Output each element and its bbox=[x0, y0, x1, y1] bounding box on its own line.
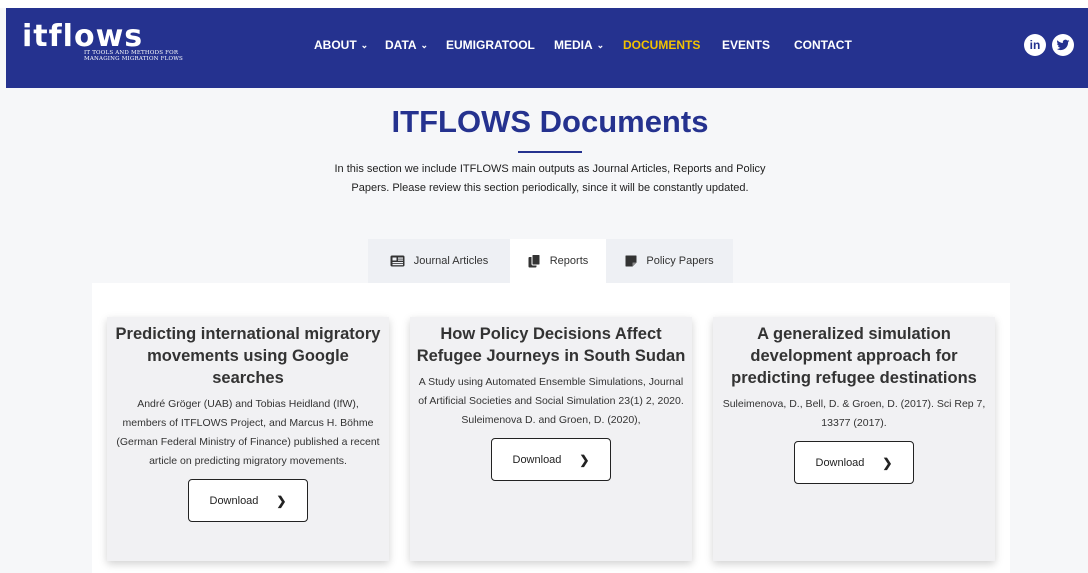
twitter-bird-glyph bbox=[1056, 39, 1070, 51]
tab-policy-papers[interactable]: Policy Papers bbox=[606, 239, 733, 283]
chevron-down-icon: ⌄ bbox=[360, 40, 369, 50]
site-header: itflows IT TOOLS AND METHODS FOR MANAGIN… bbox=[6, 8, 1088, 88]
download-button-label: Download bbox=[512, 453, 562, 466]
title-divider bbox=[518, 151, 582, 153]
newspaper-icon bbox=[390, 255, 405, 267]
chevron-down-icon: ⌄ bbox=[420, 40, 429, 50]
download-button[interactable]: Download ❯ bbox=[188, 479, 308, 522]
nav-item-documents[interactable]: DOCUMENTS bbox=[623, 38, 700, 52]
report-card: How Policy Decisions Affect Refugee Jour… bbox=[410, 317, 692, 561]
download-button-label: Download bbox=[815, 456, 865, 469]
chevron-right-icon: ❯ bbox=[579, 452, 590, 467]
card-description: André Gröger (UAB) and Tobias Heidland (… bbox=[116, 398, 380, 467]
download-button[interactable]: Download ❯ bbox=[794, 441, 914, 484]
report-card: A generalized simulation development app… bbox=[713, 317, 995, 561]
tab-label: Journal Articles bbox=[413, 255, 489, 267]
nav-item-media[interactable]: MEDIA ⌄ bbox=[554, 38, 604, 52]
logo-wordmark: itflows bbox=[22, 19, 144, 54]
linkedin-label: in bbox=[1029, 38, 1041, 52]
logo-tagline: IT TOOLS AND METHODS FOR MANAGING MIGRAT… bbox=[84, 50, 184, 62]
nav-item-events[interactable]: EVENTS bbox=[722, 38, 770, 52]
site-logo[interactable]: itflows IT TOOLS AND METHODS FOR MANAGIN… bbox=[22, 19, 194, 63]
chevron-down-icon: ⌄ bbox=[596, 40, 605, 50]
page-title: ITFLOWS Documents bbox=[391, 104, 709, 139]
copy-documents-icon bbox=[528, 254, 541, 268]
card-title: A generalized simulation development app… bbox=[731, 325, 977, 387]
card-description: A Study using Automated Ensemble Simulat… bbox=[418, 376, 684, 426]
nav-item-label: DOCUMENTS bbox=[623, 38, 701, 52]
sticky-note-icon bbox=[625, 255, 637, 267]
card-title: Predicting international migratory movem… bbox=[115, 325, 381, 387]
nav-item-label: DATA bbox=[385, 38, 417, 52]
nav-item-eumigratool[interactable]: EUMIGRATOOL bbox=[446, 38, 535, 52]
twitter-icon[interactable] bbox=[1052, 34, 1074, 56]
tab-journal-articles[interactable]: Journal Articles bbox=[368, 239, 510, 283]
linkedin-icon[interactable]: in bbox=[1024, 34, 1046, 56]
tab-label: Reports bbox=[549, 255, 589, 267]
nav-item-label: EVENTS bbox=[722, 38, 771, 52]
chevron-right-icon: ❯ bbox=[276, 493, 287, 508]
nav-item-data[interactable]: DATA ⌄ bbox=[385, 38, 428, 52]
tab-label: Policy Papers bbox=[646, 255, 714, 267]
page-intro: In this section we include ITFLOWS main … bbox=[334, 163, 766, 194]
nav-item-about[interactable]: ABOUT ⌄ bbox=[314, 38, 368, 52]
chevron-right-icon: ❯ bbox=[882, 455, 893, 470]
tab-reports[interactable]: Reports bbox=[510, 239, 606, 283]
card-description: Suleimenova, D., Bell, D. & Groen, D. (2… bbox=[722, 398, 986, 429]
download-button-label: Download bbox=[209, 494, 259, 507]
top-strip bbox=[0, 0, 1088, 8]
nav-item-label: CONTACT bbox=[794, 38, 852, 52]
card-title: How Policy Decisions Affect Refugee Jour… bbox=[416, 325, 686, 365]
nav-item-label: ABOUT bbox=[314, 38, 357, 52]
download-button[interactable]: Download ❯ bbox=[491, 438, 611, 481]
nav-item-label: EUMIGRATOOL bbox=[446, 38, 535, 52]
nav-item-contact[interactable]: CONTACT bbox=[794, 38, 852, 52]
report-card: Predicting international migratory movem… bbox=[107, 317, 389, 561]
nav-item-label: MEDIA bbox=[554, 38, 593, 52]
